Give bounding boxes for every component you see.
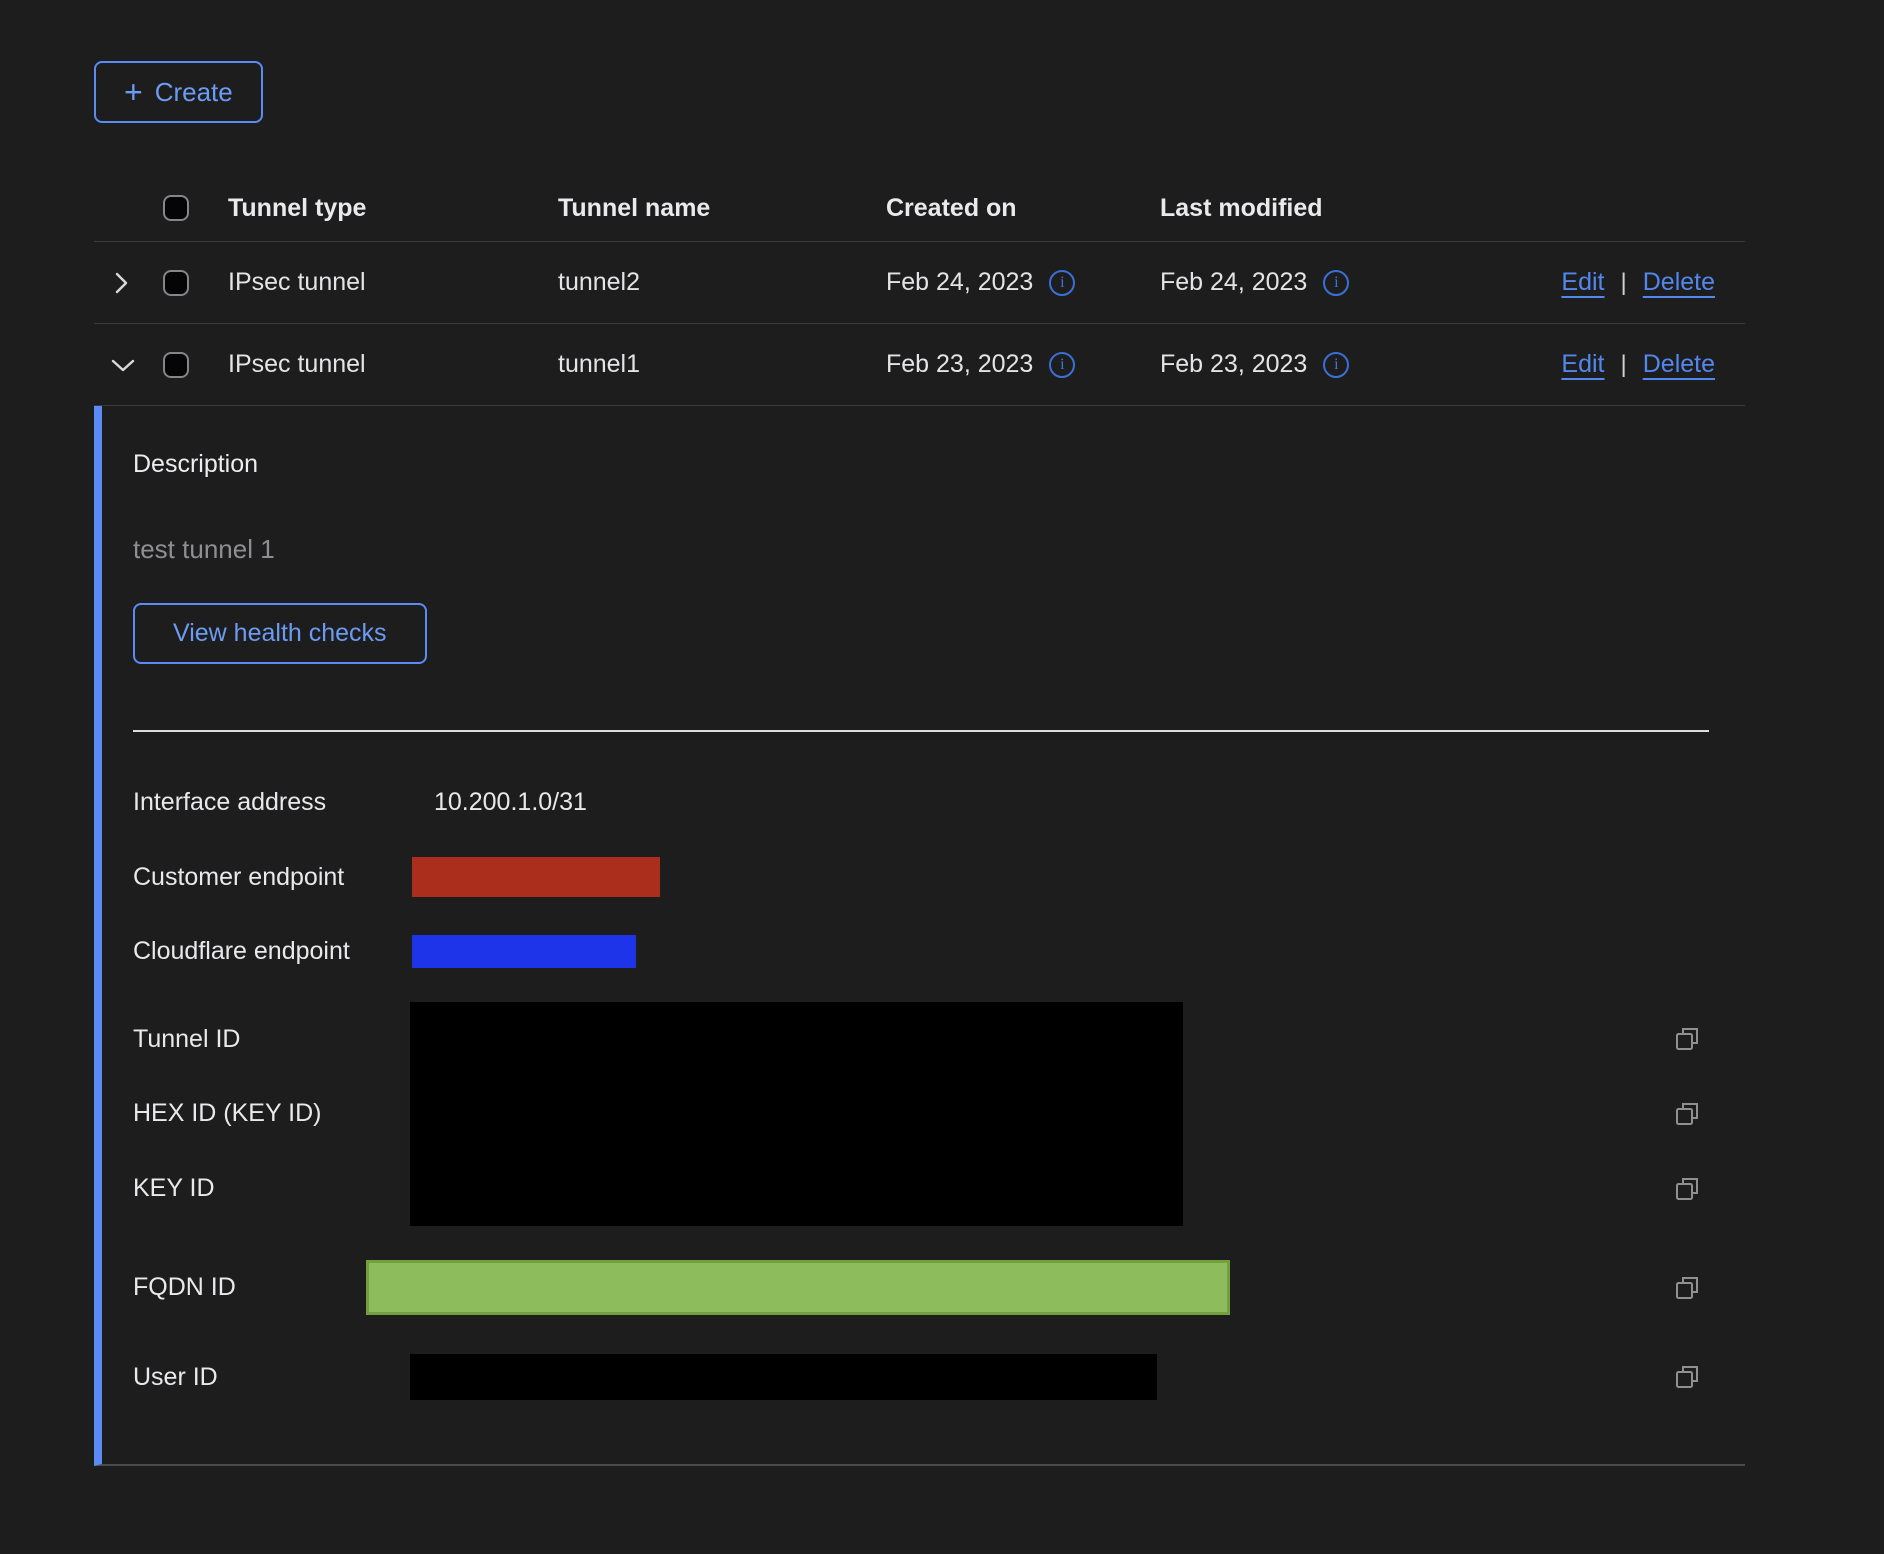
create-button[interactable]: + Create (94, 61, 263, 123)
edit-link[interactable]: Edit (1561, 350, 1604, 379)
cell-tunnel-name: tunnel2 (558, 268, 886, 297)
delete-link[interactable]: Delete (1643, 268, 1715, 297)
cell-created-on: Feb 24, 2023 (886, 268, 1033, 297)
cloudflare-endpoint-redaction (412, 935, 636, 968)
action-separator: | (1621, 269, 1627, 297)
action-separator: | (1621, 351, 1627, 379)
copy-icon (1673, 1025, 1701, 1053)
tunnel-id-label: Tunnel ID (133, 1025, 410, 1054)
field-id-group: Tunnel ID HEX ID (KEY ID) KEY ID (133, 1002, 1745, 1226)
row-checkbox[interactable] (163, 352, 189, 378)
tunnels-page: + Create Tunnel type Tunnel name Created… (94, 0, 1745, 1466)
header-tunnel-type: Tunnel type (228, 194, 558, 223)
copy-icon (1673, 1363, 1701, 1391)
section-divider (133, 730, 1709, 732)
table-header-row: Tunnel type Tunnel name Created on Last … (94, 175, 1745, 242)
edit-link[interactable]: Edit (1561, 268, 1604, 297)
row-checkbox[interactable] (163, 270, 189, 296)
cell-last-modified: Feb 23, 2023 (1160, 350, 1307, 379)
cell-created-on: Feb 23, 2023 (886, 350, 1033, 379)
table-row: IPsec tunnel tunnel1 Feb 23, 2023 i Feb … (94, 324, 1745, 406)
cloudflare-endpoint-label: Cloudflare endpoint (133, 937, 410, 966)
interface-address-label: Interface address (133, 788, 410, 817)
copy-key-id-button[interactable] (1673, 1175, 1701, 1203)
customer-endpoint-label: Customer endpoint (133, 863, 410, 892)
fqdn-id-redaction (366, 1260, 1230, 1315)
copy-user-id-button[interactable] (1673, 1363, 1701, 1391)
plus-icon: + (124, 76, 143, 108)
customer-endpoint-redaction (412, 857, 660, 897)
field-user-id: User ID (133, 1354, 1745, 1400)
info-icon[interactable]: i (1049, 270, 1075, 296)
delete-link[interactable]: Delete (1643, 350, 1715, 379)
key-id-label: KEY ID (133, 1174, 410, 1203)
hex-id-label: HEX ID (KEY ID) (133, 1099, 410, 1128)
tunnel-detail-panel: Description test tunnel 1 View health ch… (94, 406, 1745, 1466)
info-icon[interactable]: i (1049, 352, 1075, 378)
create-button-label: Create (155, 77, 233, 108)
copy-icon (1673, 1175, 1701, 1203)
info-icon[interactable]: i (1323, 270, 1349, 296)
header-last-modified: Last modified (1160, 194, 1323, 223)
collapse-row-button[interactable] (106, 350, 140, 380)
cell-tunnel-type: IPsec tunnel (228, 350, 558, 379)
field-interface-address: Interface address 10.200.1.0/31 (133, 786, 1745, 818)
copy-icon (1673, 1274, 1701, 1302)
header-tunnel-name: Tunnel name (558, 194, 886, 223)
interface-address-value: 10.200.1.0/31 (410, 788, 1672, 817)
header-created-on: Created on (886, 194, 1017, 223)
select-all-checkbox[interactable] (163, 195, 189, 221)
view-health-checks-button[interactable]: View health checks (133, 603, 427, 664)
cell-last-modified: Feb 24, 2023 (1160, 268, 1307, 297)
chevron-right-icon (110, 271, 132, 295)
tunnels-table: Tunnel type Tunnel name Created on Last … (94, 175, 1745, 1466)
field-fqdn-id: FQDN ID (133, 1260, 1745, 1315)
info-icon[interactable]: i (1323, 352, 1349, 378)
copy-hex-id-button[interactable] (1673, 1100, 1701, 1128)
description-label: Description (133, 450, 1745, 479)
user-id-label: User ID (133, 1363, 410, 1392)
description-text: test tunnel 1 (133, 534, 1745, 565)
id-group-redaction (410, 1002, 1183, 1226)
table-row: IPsec tunnel tunnel2 Feb 24, 2023 i Feb … (94, 242, 1745, 324)
chevron-down-icon (110, 354, 136, 376)
cell-tunnel-type: IPsec tunnel (228, 268, 558, 297)
cell-tunnel-name: tunnel1 (558, 350, 886, 379)
field-cloudflare-endpoint: Cloudflare endpoint (133, 935, 1745, 968)
copy-icon (1673, 1100, 1701, 1128)
user-id-redaction (410, 1354, 1157, 1400)
field-customer-endpoint: Customer endpoint (133, 857, 1745, 897)
copy-fqdn-id-button[interactable] (1673, 1274, 1701, 1302)
expand-row-button[interactable] (106, 267, 136, 299)
copy-tunnel-id-button[interactable] (1673, 1025, 1701, 1053)
